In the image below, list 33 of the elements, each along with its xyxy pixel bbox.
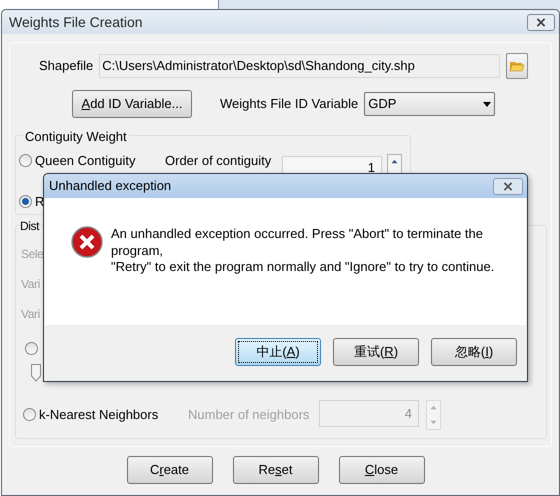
button[interactable]: Close <box>338 456 424 484</box>
radio-label: R <box>35 193 44 211</box>
close-button[interactable] <box>527 14 555 30</box>
button[interactable]: Reset <box>232 456 318 484</box>
radio-button[interactable] <box>19 154 32 167</box>
field-label: Number of neighbors <box>188 406 310 424</box>
button[interactable]: 中止(A) <box>235 338 321 366</box>
dropdown-arrow-icon <box>483 102 492 106</box>
close-icon <box>503 182 513 190</box>
add-id-variable-button[interactable]: Add ID Variable... <box>72 90 192 118</box>
shapefile-path-field[interactable]: C:\Users\Administrator\Desktop\sd\Shandong_city.shp <box>99 54 500 78</box>
radio-label: k-Nearest Neighbors <box>39 406 158 424</box>
slider-thumb[interactable] <box>31 364 41 382</box>
field-label: Order of contiguity <box>165 153 272 168</box>
id-variable-dropdown[interactable]: GDP <box>364 92 496 116</box>
close-button[interactable] <box>493 178 523 194</box>
window-title: Weights File Creation <box>9 12 143 32</box>
field-label: Shapefile <box>39 57 94 76</box>
close-icon <box>536 18 546 26</box>
dialog-title: Unhandled exception <box>49 177 172 196</box>
button[interactable]: Create <box>126 456 212 484</box>
error-message: An unhandled exception occurred. Press "Abort" to terminate the program, "Retry" to exit the program normally and "Ignore" to try to continue. <box>111 226 496 276</box>
field-label: Vari <box>21 276 41 291</box>
radio-button[interactable] <box>19 195 32 208</box>
open-folder-button[interactable] <box>506 53 528 79</box>
field-label: Sele <box>21 246 44 261</box>
button[interactable]: 忽略(I) <box>431 338 517 366</box>
field-label: Vari <box>21 306 41 321</box>
folder-icon <box>509 59 526 73</box>
error-icon <box>71 226 103 258</box>
field-label: Weights File ID Variable <box>220 95 358 114</box>
radio-label: Queen Contiguity <box>35 153 136 168</box>
button[interactable]: 重试(R) <box>333 338 419 366</box>
